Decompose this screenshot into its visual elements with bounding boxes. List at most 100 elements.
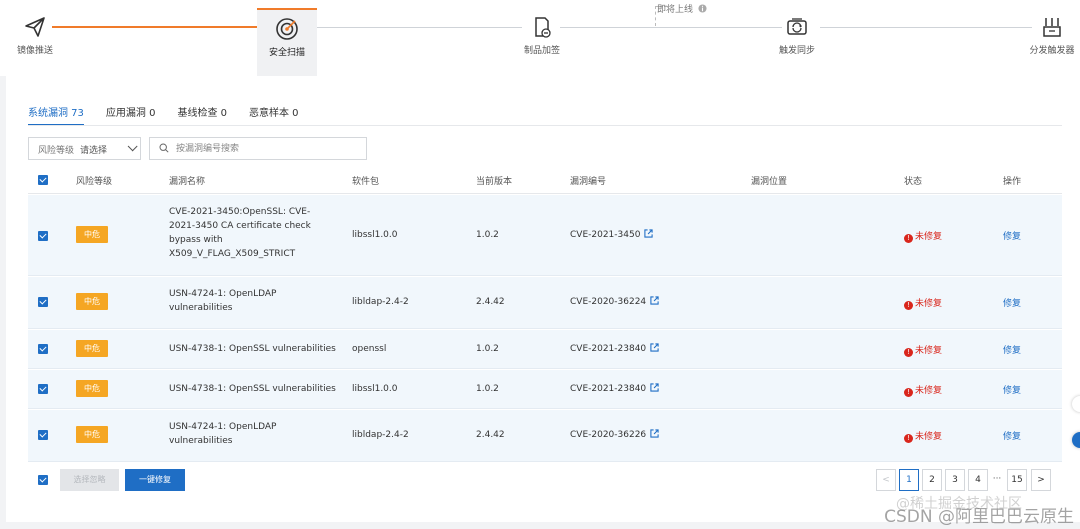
external-link-icon[interactable] <box>650 296 659 305</box>
progress-line <box>316 27 522 28</box>
column-header: 漏洞位置 <box>751 177 788 187</box>
severity-badge: 中危 <box>76 340 108 357</box>
alert-icon: ! <box>904 301 913 310</box>
page-button[interactable]: 2 <box>922 469 942 491</box>
step-image-push[interactable]: 镜像推送 <box>0 0 70 76</box>
alert-icon: ! <box>904 388 913 397</box>
step-label: 触发同步 <box>778 46 815 56</box>
current-version: 1.0.2 <box>476 344 499 354</box>
package-name: libldap-2.4-2 <box>352 430 409 440</box>
column-header: 操作 <box>1003 177 1022 187</box>
table-row[interactable]: 中危 USN-4738-1: OpenSSL vulnerabilities l… <box>28 370 1062 409</box>
fix-link[interactable]: 修复 <box>1003 429 1021 442</box>
tab-malicious-samples[interactable]: 恶意样本 0 <box>249 104 299 126</box>
risk-level-label: 风险等级 <box>38 146 75 156</box>
page-button[interactable]: 4 <box>968 469 988 491</box>
fix-link[interactable]: 修复 <box>1003 296 1021 309</box>
cve-id[interactable]: CVE-2020-36224 <box>570 295 659 309</box>
current-version: 1.0.2 <box>476 230 499 240</box>
step-distribution-trigger[interactable]: 分发触发器 <box>1017 0 1080 76</box>
cve-id[interactable]: CVE-2020-36226 <box>570 428 659 442</box>
risk-level-select[interactable]: 风险等级 请选择 <box>28 137 141 160</box>
package-name: openssl <box>352 344 387 354</box>
cve-id[interactable]: CVE-2021-23840 <box>570 342 659 356</box>
column-header: 漏洞名称 <box>169 177 206 187</box>
table-row[interactable]: 中危 CVE-2021-3450:OpenSSL: CVE-2021-3450 … <box>28 195 1062 276</box>
sign-document-icon <box>535 17 551 38</box>
external-link-icon[interactable] <box>644 229 654 238</box>
fix-link[interactable]: 修复 <box>1003 383 1021 396</box>
cve-id[interactable]: CVE-2021-3450 <box>570 228 654 242</box>
tabs-divider <box>28 125 1062 126</box>
progress-line-done <box>52 26 258 28</box>
watermark-text: CSDN @阿里巴巴云原生 <box>884 507 1074 527</box>
prev-page-button[interactable]: < <box>876 469 896 491</box>
row-checkbox[interactable] <box>38 384 48 394</box>
table-row[interactable]: 中危 USN-4724-1: OpenLDAP vulnerabilities … <box>28 277 1062 329</box>
table-row[interactable]: 中危 USN-4724-1: OpenLDAP vulnerabilities … <box>28 410 1062 462</box>
column-header: 漏洞编号 <box>570 177 607 187</box>
page-ellipsis: ··· <box>992 474 1002 484</box>
severity-badge: 中危 <box>76 426 108 443</box>
cve-id[interactable]: CVE-2021-23840 <box>570 382 659 396</box>
progress-line <box>560 27 782 28</box>
status-unfixed: ! 未修复 <box>904 229 942 243</box>
fix-link[interactable]: 修复 <box>1003 229 1021 242</box>
footer-select-all-checkbox[interactable] <box>38 475 48 485</box>
progress-line <box>820 27 1032 28</box>
severity-badge: 中危 <box>76 226 108 243</box>
current-version: 1.0.2 <box>476 384 499 394</box>
last-page-button[interactable]: 15 <box>1007 469 1027 491</box>
step-label: 分发触发器 <box>1029 46 1075 56</box>
table-row[interactable]: 中危 USN-4738-1: OpenSSL vulnerabilities o… <box>28 330 1062 369</box>
current-version: 2.4.42 <box>476 297 505 307</box>
status-unfixed: ! 未修复 <box>904 343 942 357</box>
ignore-selected-button[interactable]: 选择忽略 <box>60 469 119 491</box>
package-name: libssl1.0.0 <box>352 230 398 240</box>
severity-badge: 中危 <box>76 293 108 310</box>
current-version: 2.4.42 <box>476 430 505 440</box>
vulnerability-name: USN-4724-1: OpenLDAP vulnerabilities <box>169 289 277 313</box>
vulnerability-name: USN-4738-1: OpenSSL vulnerabilities <box>169 344 336 354</box>
severity-badge: 中危 <box>76 380 108 397</box>
page-button[interactable]: 3 <box>945 469 965 491</box>
next-page-button[interactable]: > <box>1031 469 1051 491</box>
tab-baseline-check[interactable]: 基线检查 0 <box>177 104 227 126</box>
soon-marker <box>655 6 656 26</box>
risk-level-placeholder: 请选择 <box>80 146 108 156</box>
step-artifact-sign[interactable]: 制品加签 <box>507 0 577 76</box>
table-header: 风险等级 漏洞名称 软件包 当前版本 漏洞编号 漏洞位置 状态 操作 <box>28 166 1062 194</box>
package-name: libldap-2.4-2 <box>352 297 409 307</box>
status-unfixed: ! 未修复 <box>904 429 942 443</box>
step-label: 制品加签 <box>523 46 560 56</box>
step-security-scan[interactable]: 安全扫描 <box>257 8 317 76</box>
external-link-icon[interactable] <box>650 429 659 438</box>
page-button[interactable]: 1 <box>899 469 919 491</box>
step-trigger-sync[interactable]: 触发同步 <box>762 0 832 76</box>
vulnerability-name: USN-4738-1: OpenSSL vulnerabilities <box>169 384 336 394</box>
fix-link[interactable]: 修复 <box>1003 343 1021 356</box>
tab-system-vulnerabilities[interactable]: 系统漏洞 73 <box>28 104 84 126</box>
search-input[interactable] <box>176 142 356 156</box>
distribute-trigger-icon <box>1043 18 1061 37</box>
step-label: 镜像推送 <box>16 46 53 56</box>
row-checkbox[interactable] <box>38 231 48 241</box>
external-link-icon[interactable] <box>650 383 659 392</box>
fix-all-button[interactable]: 一键修复 <box>125 469 185 491</box>
coming-soon-label: 即将上线 <box>657 2 707 15</box>
package-name: libssl1.0.0 <box>352 384 398 394</box>
column-header: 风险等级 <box>76 177 113 187</box>
row-checkbox[interactable] <box>38 430 48 440</box>
row-checkbox[interactable] <box>38 297 48 307</box>
column-header: 当前版本 <box>476 177 513 187</box>
tab-application-vulnerabilities[interactable]: 应用漏洞 0 <box>106 104 156 126</box>
search-icon <box>159 143 169 153</box>
select-all-checkbox[interactable] <box>38 175 48 185</box>
search-box[interactable] <box>149 137 367 160</box>
column-header: 状态 <box>904 177 923 187</box>
status-unfixed: ! 未修复 <box>904 296 942 310</box>
row-checkbox[interactable] <box>38 344 48 354</box>
external-link-icon[interactable] <box>650 343 659 352</box>
vulnerability-name: USN-4724-1: OpenLDAP vulnerabilities <box>169 422 277 446</box>
step-label: 安全扫描 <box>268 48 305 58</box>
